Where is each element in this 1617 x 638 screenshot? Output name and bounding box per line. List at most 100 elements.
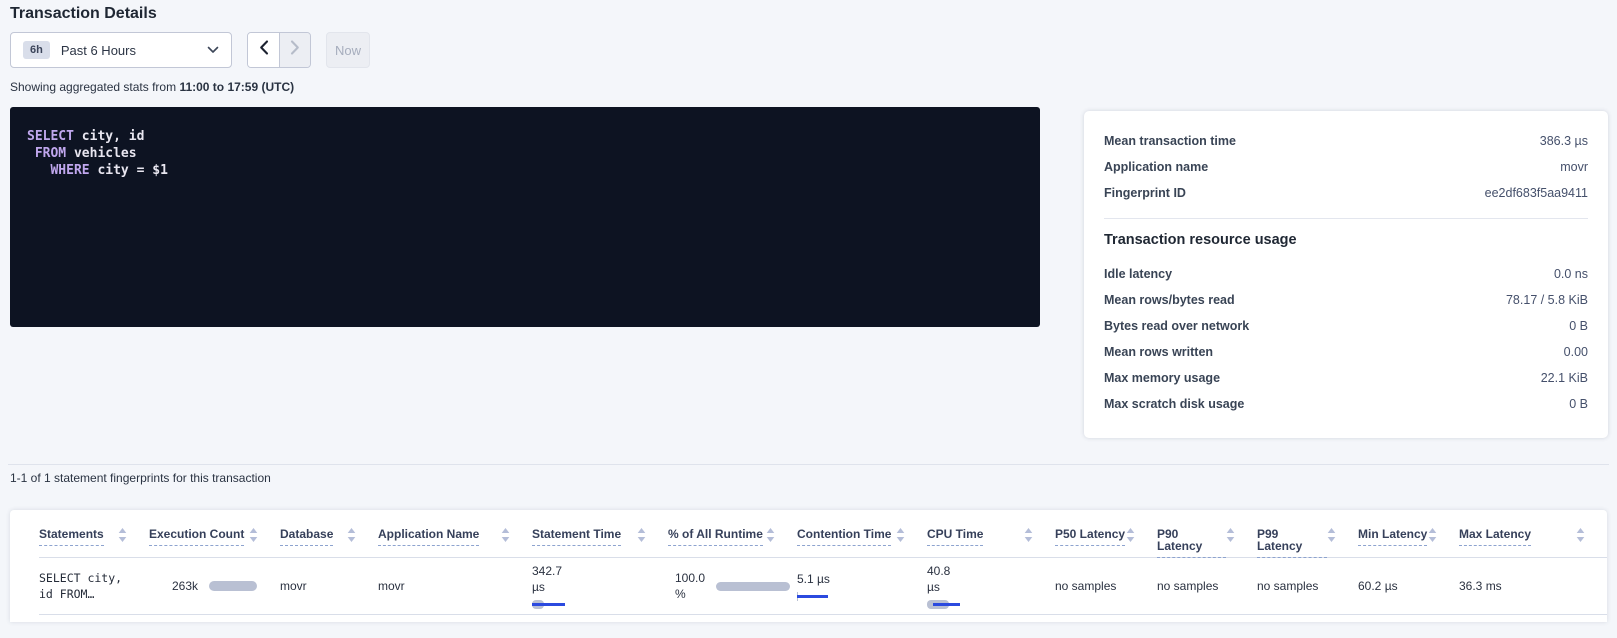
column-header-cpu-time[interactable]: CPU Time <box>927 510 1055 557</box>
time-range-dropdown[interactable]: 6h Past 6 Hours <box>10 32 232 68</box>
cell-min-latency: 60.2 µs <box>1358 558 1459 614</box>
statements-table: StatementsExecution Count Database Applica… <box>10 510 1607 622</box>
column-header-label: Max Latency <box>1459 528 1531 546</box>
application-name-value: movr <box>378 579 532 593</box>
time-range-badge: 6h <box>23 41 50 59</box>
summary-value: 386.3 µs <box>1540 134 1588 148</box>
summary-row: Mean rows written0.00 <box>1104 339 1588 365</box>
cell-database: movr <box>280 558 378 614</box>
column-header-label: P50 Latency <box>1055 528 1125 546</box>
summary-row: Mean rows/bytes read78.17 / 5.8 KiB <box>1104 287 1588 313</box>
summary-label: Mean rows/bytes read <box>1104 293 1235 307</box>
now-button[interactable]: Now <box>326 32 370 68</box>
sort-icon[interactable] <box>1226 528 1235 542</box>
sort-icon[interactable] <box>249 528 258 542</box>
sort-icon[interactable] <box>1327 528 1336 542</box>
cell-application-name: movr <box>378 558 532 614</box>
cell-statement[interactable]: SELECT city, id FROM… <box>39 558 149 614</box>
column-header-label: P90 Latency <box>1157 528 1226 558</box>
aggregation-caption: Showing aggregated stats from 11:00 to 1… <box>10 80 294 94</box>
sort-icon[interactable] <box>1428 528 1437 542</box>
p50-latency-value: no samples <box>1055 579 1157 593</box>
resource-rows: Idle latency 0.0 ns Mean rows/bytes read78… <box>1104 261 1588 417</box>
resource-usage-heading: Transaction resource usage <box>1104 232 1588 248</box>
sort-icon[interactable] <box>637 528 646 542</box>
summary-value: 0.00 <box>1564 345 1588 359</box>
summary-label: Application name <box>1104 160 1208 174</box>
sort-icon[interactable] <box>347 528 356 542</box>
sort-icon[interactable] <box>1576 528 1585 542</box>
table-header-row: StatementsExecution Count Database Applica… <box>39 510 1607 558</box>
summary-value: 0 B <box>1569 319 1588 333</box>
column-header-application-name[interactable]: Application Name <box>378 510 532 557</box>
cell-runtime-pct: 100.0 % <box>668 558 797 614</box>
summary-row: Idle latency 0.0 ns <box>1104 261 1588 287</box>
summary-row: Bytes read over network 0 B <box>1104 313 1588 339</box>
time-pager <box>247 32 311 68</box>
cell-p99-latency: no samples <box>1257 558 1358 614</box>
statement-time-bar <box>532 600 566 609</box>
sort-icon[interactable] <box>118 528 127 542</box>
contention-time-bar <box>797 592 831 601</box>
next-time-button[interactable] <box>279 33 310 67</box>
sort-icon[interactable] <box>766 528 775 542</box>
column-header-label: Application Name <box>378 528 479 546</box>
table-row: SELECT city, id FROM… 263k movr movr 342… <box>39 558 1607 615</box>
page-title: Transaction Details <box>10 5 157 23</box>
sort-icon[interactable] <box>1126 528 1135 542</box>
cell-p50-latency: no samples <box>1055 558 1157 614</box>
contention-time-value: 5.1 µs <box>797 571 927 587</box>
statement-time-value: 342.7 <box>532 563 668 579</box>
cpu-time-bar <box>927 600 961 609</box>
summary-label: Fingerprint ID <box>1104 186 1186 200</box>
summary-value: 0.0 ns <box>1554 267 1588 281</box>
column-header-statement-time[interactable]: Statement Time <box>532 510 668 557</box>
section-divider <box>8 464 1609 465</box>
time-controls: 6h Past 6 Hours Now <box>10 32 370 68</box>
cell-execution-count: 263k <box>149 558 280 614</box>
column-header-label: Database <box>280 528 333 546</box>
statement-link-line1[interactable]: SELECT city, <box>39 570 149 586</box>
column-header-statements[interactable]: Statements <box>39 510 149 557</box>
summary-label: Idle latency <box>1104 267 1172 281</box>
cpu-time-unit: µs <box>927 579 1055 595</box>
summary-row: Max memory usage22.1 KiB <box>1104 365 1588 391</box>
cell-statement-time: 342.7 µs <box>532 558 668 614</box>
column-header-label: Execution Count <box>149 528 244 546</box>
cell-max-latency: 36.3 ms <box>1459 558 1607 614</box>
cell-cpu-time: 40.8 µs <box>927 558 1055 614</box>
column-header-execution-count[interactable]: Execution Count <box>149 510 280 557</box>
cell-p90-latency: no samples <box>1157 558 1257 614</box>
column-header-p99-latency[interactable]: P99 Latency <box>1257 510 1358 557</box>
sort-icon[interactable] <box>1024 528 1033 542</box>
execution-count-bar <box>209 581 257 591</box>
statements-count-caption: 1-1 of 1 statement fingerprints for this… <box>10 471 271 485</box>
column-header-contention-time[interactable]: Contention Time <box>797 510 927 557</box>
summary-label: Bytes read over network <box>1104 319 1249 333</box>
sql-code: SELECT city, id FROM vehicles WHERE city… <box>27 128 1040 179</box>
cell-contention-time: 5.1 µs <box>797 558 927 614</box>
column-header-max-latency[interactable]: Max Latency <box>1459 510 1607 557</box>
min-latency-value: 60.2 µs <box>1358 579 1459 593</box>
column-header-label: Contention Time <box>797 528 891 546</box>
runtime-pct-unit: % <box>675 586 705 602</box>
column-header-p90-latency[interactable]: P90 Latency <box>1157 510 1257 557</box>
column-header-database[interactable]: Database <box>280 510 378 557</box>
cpu-time-value: 40.8 <box>927 563 1055 579</box>
column-header-min-latency[interactable]: Min Latency <box>1358 510 1459 557</box>
sort-icon[interactable] <box>896 528 905 542</box>
summary-label: Mean transaction time <box>1104 134 1236 148</box>
sort-icon[interactable] <box>501 528 510 542</box>
summary-row: Max scratch disk usage0 B <box>1104 391 1588 417</box>
column-header-label: Min Latency <box>1358 528 1427 546</box>
p99-latency-value: no samples <box>1257 579 1358 593</box>
column-header-p50-latency[interactable]: P50 Latency <box>1055 510 1157 557</box>
column-header--of-all-runtime[interactable]: % of All Runtime <box>668 510 797 557</box>
prev-time-button[interactable] <box>248 33 279 67</box>
column-header-label: % of All Runtime <box>668 528 763 546</box>
panel-divider <box>1104 218 1588 219</box>
statement-link-line2[interactable]: id FROM… <box>39 586 149 602</box>
runtime-pct-bar <box>716 582 790 591</box>
summary-value: 22.1 KiB <box>1541 371 1588 385</box>
max-latency-value: 36.3 ms <box>1459 579 1607 593</box>
